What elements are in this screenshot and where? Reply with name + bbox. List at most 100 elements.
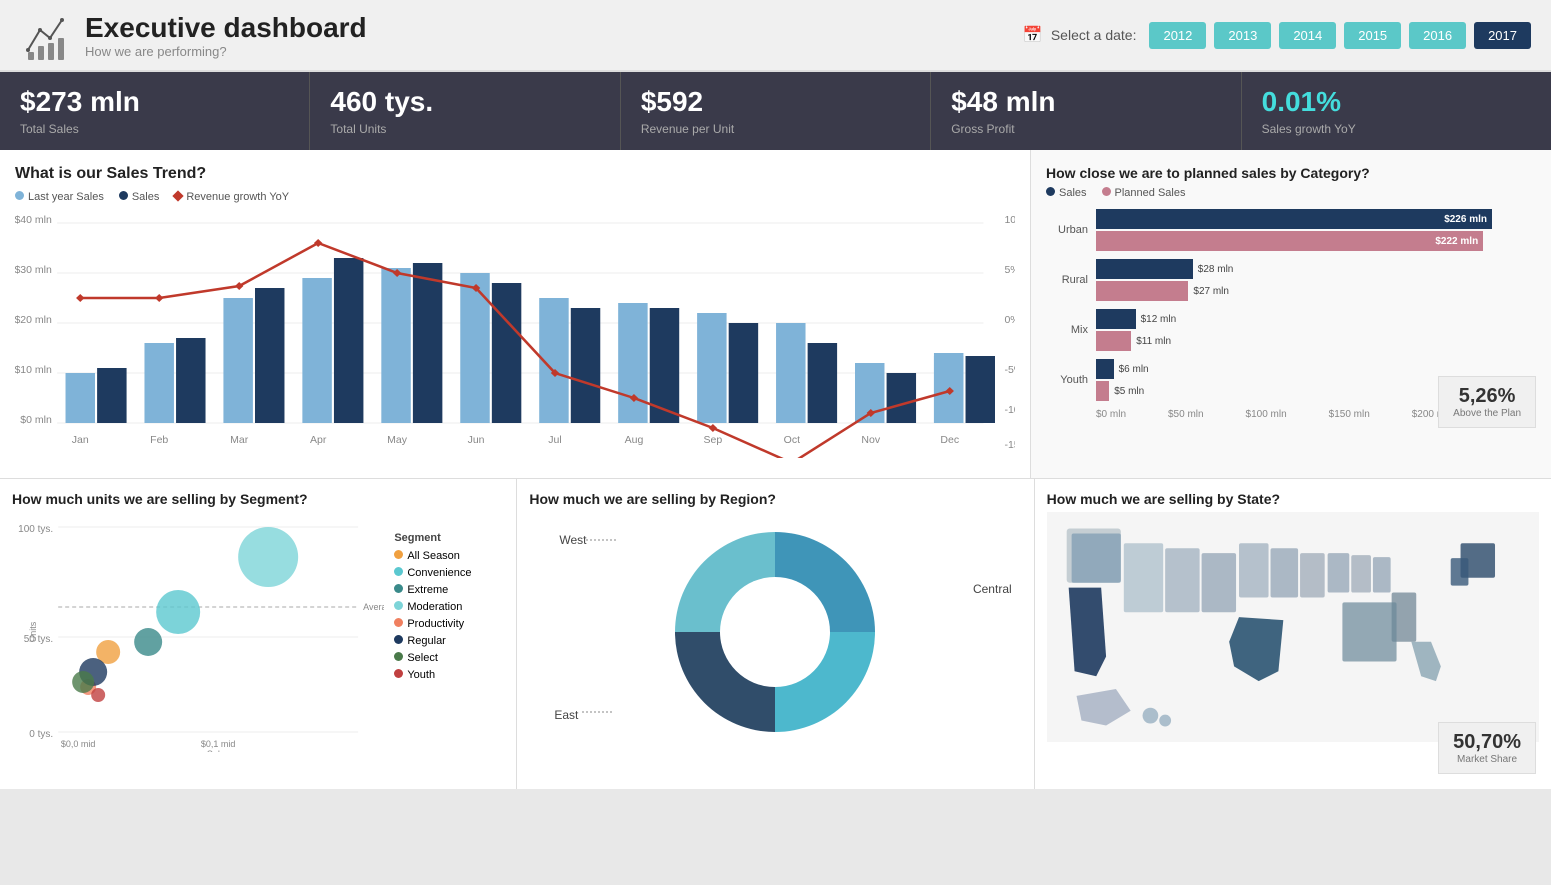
page-subtitle: How we are performing?: [85, 44, 367, 59]
kpi-total-units-value: 460 tys.: [330, 86, 599, 118]
legend-sales: Sales: [119, 191, 160, 203]
above-plan-label: Above the Plan: [1453, 408, 1521, 419]
seg-extreme: Extreme: [394, 584, 504, 596]
svg-text:100 tys.: 100 tys.: [18, 524, 53, 535]
kpi-total-units: 460 tys. Total Units: [310, 72, 620, 150]
svg-text:Jan: Jan: [72, 435, 89, 446]
seg-regular: Regular: [394, 635, 504, 647]
kpi-revenue-label: Revenue per Unit: [641, 122, 910, 136]
svg-text:$0,0 mid: $0,0 mid: [61, 739, 96, 749]
kpi-sales-growth: 0.01% Sales growth YoY: [1242, 72, 1551, 150]
svg-text:Feb: Feb: [150, 435, 168, 446]
market-share-label: Market Share: [1453, 754, 1521, 765]
svg-text:Average 58 tys.: Average 58 tys.: [363, 602, 384, 612]
category-legend: Sales Planned Sales: [1046, 187, 1536, 199]
category-sales-title: How close we are to planned sales by Cat…: [1046, 165, 1536, 181]
svg-text:Apr: Apr: [310, 435, 327, 446]
svg-text:Units: Units: [28, 621, 38, 642]
kpi-total-sales: $273 mln Total Sales: [0, 72, 310, 150]
state-panel: How much we are selling by State?: [1035, 479, 1551, 789]
date-selector: 📅 Select a date: 2012 2013 2014 2015 201…: [1023, 22, 1531, 49]
date-selector-label: Select a date:: [1051, 27, 1137, 43]
seg-youth: Youth: [394, 669, 504, 681]
kpi-gross-profit-label: Gross Profit: [951, 122, 1220, 136]
svg-text:Sales: Sales: [207, 749, 230, 752]
year-2015-btn[interactable]: 2015: [1344, 22, 1401, 49]
sales-trend-legend: Last year Sales Sales Revenue growth YoY: [15, 191, 1015, 203]
svg-text:0%: 0%: [1004, 315, 1015, 326]
market-share-value: 50,70%: [1453, 731, 1521, 754]
svg-text:5%: 5%: [1004, 265, 1015, 276]
year-2014-btn[interactable]: 2014: [1279, 22, 1336, 49]
above-plan-value: 5,26%: [1453, 385, 1521, 408]
segment-panel: How much units we are selling by Segment…: [0, 479, 517, 789]
seg-select: Select: [394, 652, 504, 664]
header: Executive dashboard How we are performin…: [0, 0, 1551, 72]
above-plan-box: 5,26% Above the Plan: [1438, 376, 1536, 428]
kpi-total-units-label: Total Units: [330, 122, 599, 136]
kpi-revenue-value: $592: [641, 86, 910, 118]
state-title: How much we are selling by State?: [1047, 491, 1539, 507]
year-2013-btn[interactable]: 2013: [1214, 22, 1271, 49]
svg-text:$40 mln: $40 mln: [15, 215, 52, 226]
svg-text:May: May: [387, 435, 408, 446]
header-left: Executive dashboard How we are performin…: [20, 10, 367, 60]
svg-text:Dec: Dec: [940, 435, 959, 446]
region-title: How much we are selling by Region?: [529, 491, 1021, 507]
seg-all-season: All Season: [394, 550, 504, 562]
sales-trend-panel: What is our Sales Trend? Last year Sales…: [0, 150, 1031, 478]
kpi-total-sales-label: Total Sales: [20, 122, 289, 136]
legend-last-year: Last year Sales: [15, 191, 104, 203]
svg-text:Sep: Sep: [704, 435, 723, 446]
kpi-gross-profit: $48 mln Gross Profit: [931, 72, 1241, 150]
svg-text:$30 mln: $30 mln: [15, 265, 52, 276]
header-title-block: Executive dashboard How we are performin…: [85, 12, 367, 59]
svg-text:$0 mln: $0 mln: [20, 415, 52, 426]
cat-row-mix: Mix $12 mln $11 mln: [1046, 309, 1536, 351]
kpi-revenue-per-unit: $592 Revenue per Unit: [621, 72, 931, 150]
year-2017-btn[interactable]: 2017: [1474, 22, 1531, 49]
seg-convenience: Convenience: [394, 567, 504, 579]
middle-row: What is our Sales Trend? Last year Sales…: [0, 150, 1551, 479]
sales-trend-title: What is our Sales Trend?: [15, 165, 1015, 183]
year-2016-btn[interactable]: 2016: [1409, 22, 1466, 49]
svg-text:0 tys.: 0 tys.: [29, 729, 53, 740]
svg-text:Oct: Oct: [784, 435, 801, 446]
svg-text:Jun: Jun: [468, 435, 485, 446]
cat-row-rural: Rural $28 mln $27 mln: [1046, 259, 1536, 301]
svg-text:Aug: Aug: [625, 435, 644, 446]
legend-planned-cat: Planned Sales: [1102, 187, 1186, 199]
kpi-strip: $273 mln Total Sales 460 tys. Total Unit…: [0, 72, 1551, 150]
category-sales-panel: How close we are to planned sales by Cat…: [1031, 150, 1551, 478]
us-map: [1047, 512, 1539, 742]
seg-productivity: Productivity: [394, 618, 504, 630]
svg-text:-15%: -15%: [1004, 440, 1015, 451]
calendar-icon: 📅: [1023, 25, 1043, 45]
legend-sales-cat: Sales: [1046, 187, 1087, 199]
segment-chart: 100 tys. 50 tys. 0 tys. Average 58 tys. …: [12, 512, 384, 752]
svg-text:10%: 10%: [1004, 215, 1015, 226]
segment-legend: Segment All Season Convenience Extreme M…: [384, 512, 504, 762]
svg-text:-5%: -5%: [1004, 365, 1015, 376]
svg-text:Mar: Mar: [230, 435, 249, 446]
dashboard-icon: [20, 10, 70, 60]
year-2012-btn[interactable]: 2012: [1149, 22, 1206, 49]
svg-text:Jul: Jul: [548, 435, 561, 446]
kpi-sales-growth-value: 0.01%: [1262, 86, 1531, 118]
region-panel: How much we are selling by Region? West: [517, 479, 1034, 789]
svg-text:$10 mln: $10 mln: [15, 365, 52, 376]
cat-row-urban: Urban $226 mln $222 mln: [1046, 209, 1536, 251]
svg-text:-10%: -10%: [1004, 405, 1015, 416]
page-title: Executive dashboard: [85, 12, 367, 44]
svg-text:$20 mln: $20 mln: [15, 315, 52, 326]
svg-text:$0,1 mid: $0,1 mid: [201, 739, 236, 749]
seg-moderation: Moderation: [394, 601, 504, 613]
sales-trend-chart: $40 mln $30 mln $20 mln $10 mln $0 mln 1…: [15, 208, 1015, 458]
kpi-sales-growth-label: Sales growth YoY: [1262, 122, 1531, 136]
bottom-row: How much units we are selling by Segment…: [0, 479, 1551, 789]
kpi-gross-profit-value: $48 mln: [951, 86, 1220, 118]
kpi-total-sales-value: $273 mln: [20, 86, 289, 118]
segment-title: How much units we are selling by Segment…: [12, 491, 504, 507]
svg-text:Nov: Nov: [861, 435, 881, 446]
region-donut-chart: [655, 512, 895, 752]
